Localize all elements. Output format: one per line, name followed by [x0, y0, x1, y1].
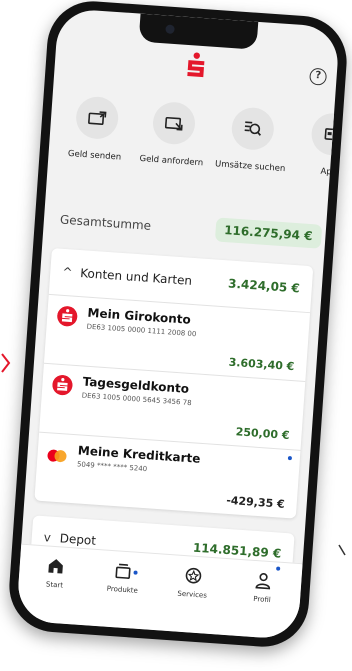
home-icon: [48, 559, 63, 574]
accounts-group-card: ^ Konten und Karten 3.424,05 € Mein Giro…: [34, 248, 314, 519]
accounts-group-title: Konten und Karten: [79, 266, 193, 288]
products-icon: [115, 563, 131, 579]
app-header: ?: [53, 36, 338, 104]
decor-arrow-left: [1, 353, 11, 373]
profile-icon: [255, 572, 271, 590]
quick-actions: Geld senden Geld anfordern Umsätze suche…: [46, 94, 341, 205]
tab-label: Profil: [252, 594, 271, 605]
tab-label: Produkte: [106, 584, 139, 595]
card-icon: [310, 111, 341, 157]
request-money-icon: [151, 100, 197, 146]
request-money-button[interactable]: Geld anfordern: [130, 99, 216, 169]
tab-start[interactable]: Start: [26, 555, 84, 591]
account-balance: 3.603,40 €: [228, 355, 295, 374]
app-screen: ? Geld senden Geld anfordern Umsätze suc…: [15, 7, 341, 641]
camera-dot: [165, 24, 175, 35]
send-money-icon: [74, 95, 120, 141]
tab-services[interactable]: Services: [164, 565, 222, 601]
services-icon: [185, 567, 202, 584]
send-money-button[interactable]: Geld senden: [53, 94, 139, 164]
tab-profil[interactable]: Profil: [234, 566, 292, 606]
sparkasse-icon: [56, 305, 78, 327]
help-icon: ?: [314, 69, 322, 82]
sparkasse-icon: [51, 374, 74, 396]
chevron-up-icon: ^: [61, 264, 73, 280]
sparkasse-logo: [187, 52, 205, 78]
account-balance: -429,35 €: [225, 493, 286, 511]
search-transactions-button[interactable]: Umsätze suchen: [209, 105, 295, 175]
notification-dot: [276, 566, 281, 571]
search-transactions-label: Umsätze suchen: [214, 159, 286, 175]
send-money-label: Geld senden: [67, 148, 122, 163]
mastercard-icon: [47, 449, 68, 463]
account-iban: 5049 **** **** 5240: [76, 460, 148, 474]
card-action-button[interactable]: Appl: [289, 111, 341, 181]
tab-label: Start: [45, 580, 64, 590]
total-amount-badge: 116.275,94 €: [214, 217, 323, 249]
decor-line-right: [338, 544, 346, 556]
chevron-down-icon: v: [43, 530, 52, 545]
total-label: Gesamtsumme: [59, 212, 152, 233]
notification-dot: [133, 570, 138, 575]
account-balance: 250,00 €: [235, 425, 290, 443]
total-row: Gesamtsumme 116.275,94 €: [55, 204, 323, 252]
request-money-label: Geld anfordern: [139, 153, 204, 169]
card-action-label: Appl: [320, 166, 340, 178]
depot-title: Depot: [59, 531, 97, 548]
search-transactions-icon: [230, 106, 276, 152]
help-button[interactable]: ?: [309, 67, 328, 86]
phone-frame: ? Geld senden Geld anfordern Umsätze suc…: [6, 0, 350, 650]
tab-produkte[interactable]: Produkte: [94, 560, 152, 596]
notification-dot: [287, 455, 293, 461]
accounts-group-amount: 3.424,05 €: [227, 276, 301, 296]
tab-label: Services: [177, 589, 208, 600]
